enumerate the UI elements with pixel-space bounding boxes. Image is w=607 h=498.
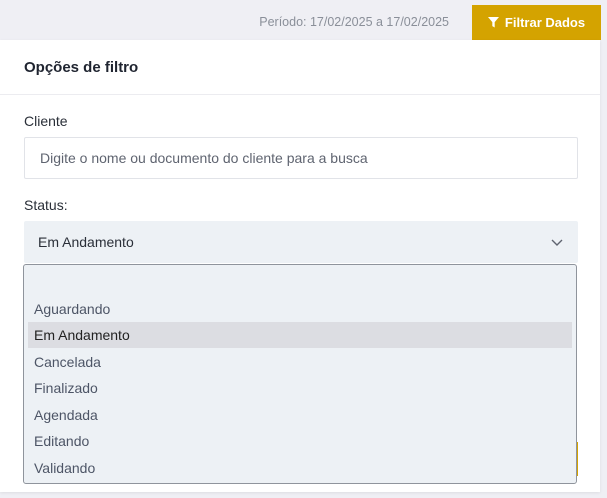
status-option[interactable]: Agendada bbox=[28, 402, 572, 428]
period-text: Período: 17/02/2025 a 17/02/2025 bbox=[259, 15, 449, 29]
status-option[interactable]: Aguardando bbox=[28, 296, 572, 322]
top-bar: Período: 17/02/2025 a 17/02/2025 Filtrar… bbox=[0, 0, 607, 40]
status-option[interactable]: Validando bbox=[28, 455, 572, 481]
filter-data-button-label: Filtrar Dados bbox=[504, 15, 586, 30]
client-search-input[interactable] bbox=[24, 137, 578, 179]
status-selected-value: Em Andamento bbox=[38, 234, 134, 250]
panel-header: Opções de filtro bbox=[0, 40, 600, 95]
status-select[interactable]: Em Andamento bbox=[24, 221, 578, 263]
client-label: Cliente bbox=[24, 113, 68, 129]
status-dropdown-list: Aguardando Em Andamento Cancelada Finalizad… bbox=[23, 264, 577, 484]
status-option-empty[interactable] bbox=[28, 269, 572, 295]
status-option[interactable]: Cancelada bbox=[28, 349, 572, 375]
status-option[interactable]: Em Andamento bbox=[28, 322, 572, 348]
filter-data-button[interactable]: Filtrar Dados bbox=[472, 5, 601, 40]
status-option[interactable]: Finalizado bbox=[28, 375, 572, 401]
status-label: Status: bbox=[24, 197, 68, 213]
panel-title: Opções de filtro bbox=[24, 58, 139, 76]
funnel-icon bbox=[487, 17, 499, 28]
chevron-down-icon bbox=[551, 239, 563, 246]
status-option[interactable]: Editando bbox=[28, 428, 572, 454]
